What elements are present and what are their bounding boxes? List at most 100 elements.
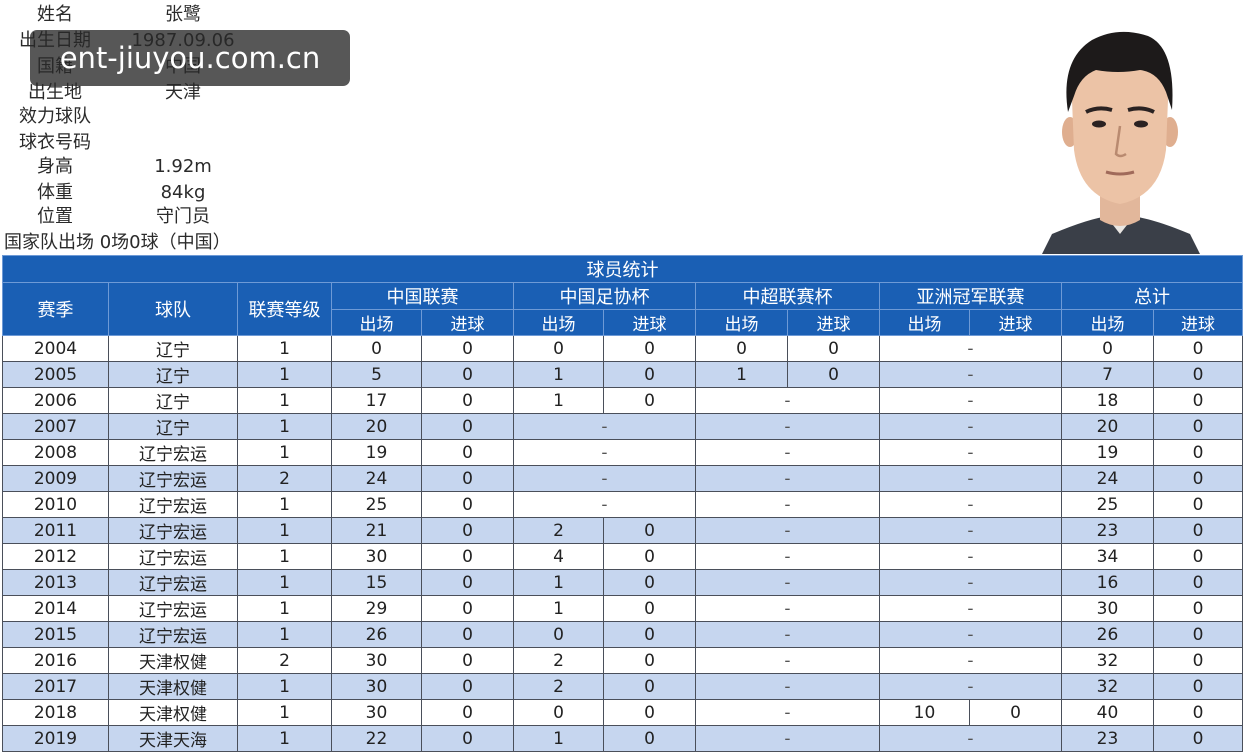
cell-fa-cup-apps: 0 <box>513 335 604 362</box>
cell-csl-cup-none: - <box>695 595 880 622</box>
cell-league-goals: 0 <box>421 517 514 544</box>
table-row: 2004 辽宁 1 0 0 0 0 0 0-0 0 <box>2 335 1244 362</box>
cell-fa-cup-goals: 0 <box>603 387 696 414</box>
table-row: 2014 辽宁宏运 1 29 0 1 0- -30 0 <box>2 595 1244 622</box>
table-row: 2009 辽宁宏运 2 24 0- - -24 0 <box>2 465 1244 492</box>
cell-total-goals: 0 <box>1152 387 1244 414</box>
cell-league-goals: 0 <box>421 673 514 700</box>
cell-fa-cup-goals: 0 <box>603 699 696 726</box>
cell-acl-none: - <box>879 413 1062 440</box>
cell-acl-none: - <box>879 465 1062 492</box>
table-row: 2011 辽宁宏运 1 21 0 2 0- -23 0 <box>2 517 1244 544</box>
cell-csl-cup-none: - <box>695 387 880 414</box>
profile-label: 球衣号码 <box>19 132 91 153</box>
cell-csl-cup-none: - <box>695 569 880 596</box>
group-acl: 亚洲冠军联赛 <box>879 282 1062 310</box>
cell-season: 2005 <box>2 361 109 388</box>
cell-total-apps: 16 <box>1061 569 1154 596</box>
cell-team: 天津权健 <box>108 673 238 700</box>
cell-league-goals: 0 <box>421 725 514 752</box>
cell-level: 1 <box>237 621 332 648</box>
profile-value: 张鹭 <box>165 4 201 25</box>
cell-league-apps: 22 <box>331 725 422 752</box>
cell-total-apps: 7 <box>1061 361 1154 388</box>
cell-league-goals: 0 <box>421 491 514 518</box>
cell-fa-cup-apps: 1 <box>513 361 604 388</box>
group-fa-cup: 中国足协杯 <box>513 282 696 310</box>
group-total: 总计 <box>1060 282 1244 310</box>
cell-league-apps: 20 <box>331 413 422 440</box>
cell-team: 天津天海 <box>108 725 238 752</box>
cell-csl-cup-none: - <box>695 517 880 544</box>
cell-level: 1 <box>237 335 332 362</box>
cell-csl-cup-none: - <box>695 725 880 752</box>
table-row: 2008 辽宁宏运 1 19 0- - -19 0 <box>2 439 1244 466</box>
cell-team: 辽宁宏运 <box>108 621 238 648</box>
cell-league-goals: 0 <box>421 569 514 596</box>
table-row: 2005 辽宁 1 5 0 1 0 1 0-7 0 <box>2 361 1244 388</box>
col-season: 赛季 <box>2 282 109 336</box>
cell-total-goals: 0 <box>1152 595 1244 622</box>
cell-league-apps: 17 <box>331 387 422 414</box>
table-row: 2006 辽宁 1 17 0 1 0- -18 0 <box>2 387 1244 414</box>
table-row: 2013 辽宁宏运 1 15 0 1 0- -16 0 <box>2 569 1244 596</box>
cell-total-goals: 0 <box>1152 569 1244 596</box>
cell-season: 2008 <box>2 439 109 466</box>
cell-csl-cup-none: - <box>695 621 880 648</box>
cell-total-apps: 32 <box>1061 673 1154 700</box>
cell-acl-none: - <box>879 491 1062 518</box>
cell-team: 辽宁宏运 <box>108 595 238 622</box>
table-row: 2015 辽宁宏运 1 26 0 0 0- -26 0 <box>2 621 1244 648</box>
cell-league-apps: 30 <box>331 647 422 674</box>
cell-team: 辽宁宏运 <box>108 465 238 492</box>
cell-csl-cup-none: - <box>695 647 880 674</box>
cell-acl-none: - <box>879 673 1062 700</box>
table-title: 球员统计 <box>1 255 1244 283</box>
cell-acl-none: - <box>879 517 1062 544</box>
cell-csl-cup-none: - <box>695 413 880 440</box>
table-row: 2019 天津天海 1 22 0 1 0- -23 0 <box>2 725 1244 752</box>
cell-league-goals: 0 <box>421 647 514 674</box>
cell-fa-cup-goals: 0 <box>603 361 696 388</box>
cell-level: 1 <box>237 725 332 752</box>
cell-team: 辽宁宏运 <box>108 569 238 596</box>
cell-acl-none: - <box>879 361 1062 388</box>
cell-csl-cup-apps: 0 <box>695 335 788 362</box>
cell-fa-cup-apps: 1 <box>513 725 604 752</box>
cell-total-apps: 40 <box>1061 699 1154 726</box>
profile-label: 效力球队 <box>19 106 91 127</box>
cell-total-apps: 18 <box>1061 387 1154 414</box>
player-stats-table: 球员统计 赛季 球队 联赛等级 中国联赛 中国足协杯 中超联赛杯 亚洲冠军联赛 … <box>1 255 1244 752</box>
cell-fa-cup-apps: 1 <box>513 595 604 622</box>
cell-total-apps: 23 <box>1061 517 1154 544</box>
cell-season: 2004 <box>2 335 109 362</box>
cell-level: 2 <box>237 647 332 674</box>
cell-league-apps: 30 <box>331 543 422 570</box>
cell-level: 1 <box>237 569 332 596</box>
cell-acl-none: - <box>879 543 1062 570</box>
cell-level: 1 <box>237 413 332 440</box>
cell-csl-cup-none: - <box>695 491 880 518</box>
cell-season: 2009 <box>2 465 109 492</box>
cell-fa-cup-none: - <box>513 439 696 466</box>
cell-csl-cup-none: - <box>695 439 880 466</box>
table-row: 2016 天津权健 2 30 0 2 0- -32 0 <box>2 647 1244 674</box>
cell-level: 1 <box>237 387 332 414</box>
cell-level: 1 <box>237 673 332 700</box>
sub-goals: 进球 <box>787 309 880 336</box>
cell-fa-cup-none: - <box>513 413 696 440</box>
cell-league-goals: 0 <box>421 413 514 440</box>
cell-fa-cup-goals: 0 <box>603 543 696 570</box>
cell-acl-none: - <box>879 595 1062 622</box>
cell-fa-cup-apps: 2 <box>513 647 604 674</box>
cell-season: 2019 <box>2 725 109 752</box>
cell-league-apps: 26 <box>331 621 422 648</box>
cell-total-apps: 26 <box>1061 621 1154 648</box>
cell-acl-apps: 10 <box>879 699 970 726</box>
cell-league-goals: 0 <box>421 335 514 362</box>
cell-level: 1 <box>237 439 332 466</box>
cell-fa-cup-goals: 0 <box>603 725 696 752</box>
cell-csl-cup-apps: 1 <box>695 361 788 388</box>
cell-fa-cup-goals: 0 <box>603 673 696 700</box>
table-row: 2017 天津权健 1 30 0 2 0- -32 0 <box>2 673 1244 700</box>
